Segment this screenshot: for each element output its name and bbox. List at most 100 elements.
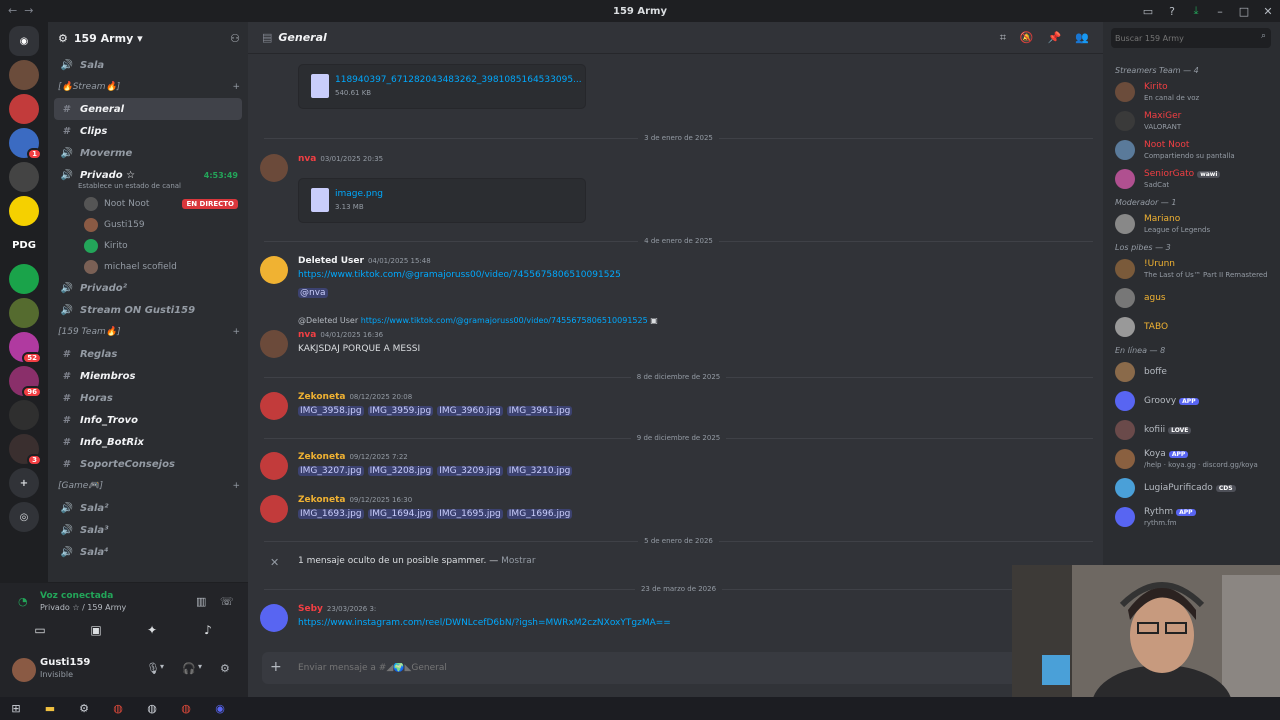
message-author[interactable]: Zekoneta xyxy=(298,392,345,402)
noise-suppression-icon[interactable]: ▥ xyxy=(196,595,206,608)
invite-icon[interactable]: ⚇ xyxy=(230,32,240,45)
server-icon[interactable]: 3 xyxy=(9,434,42,466)
channel-item[interactable]: # General xyxy=(54,98,242,120)
attachment-link[interactable]: IMG_3959.jpg xyxy=(367,406,434,416)
server-icon[interactable] xyxy=(9,60,39,90)
server-pdg[interactable]: PDG xyxy=(9,230,39,260)
close-icon[interactable]: ✕ xyxy=(270,556,279,569)
settings-icon[interactable]: ⚙ xyxy=(74,702,94,715)
attachment-link[interactable]: IMG_3958.jpg xyxy=(298,406,364,416)
add-channel-icon[interactable]: + xyxy=(232,481,240,491)
attachment-link[interactable]: IMG_1695.jpg xyxy=(437,509,503,519)
message-link[interactable]: https://www.instagram.com/reel/DWNLcefD6… xyxy=(298,618,671,628)
search-box[interactable]: ⌕ xyxy=(1111,28,1271,48)
member-list-icon[interactable]: 👥 xyxy=(1075,31,1089,45)
add-channel-icon[interactable]: + xyxy=(232,327,240,337)
reply-author[interactable]: @Deleted User xyxy=(298,316,358,325)
member-item[interactable]: LugiaPurificado CDS xyxy=(1103,474,1280,503)
message-author[interactable]: nva xyxy=(298,330,316,340)
voice-user[interactable]: Noot Noot EN DIRECTO xyxy=(48,193,248,214)
mute-notifications-icon[interactable]: 🔕 xyxy=(1020,31,1034,45)
member-item[interactable]: agus xyxy=(1103,284,1280,313)
avatar[interactable] xyxy=(260,330,288,358)
avatar[interactable] xyxy=(260,154,288,182)
voice-user[interactable]: Kirito xyxy=(48,235,248,256)
pin-icon[interactable]: 📌 xyxy=(1048,31,1062,45)
minimize-button[interactable]: – xyxy=(1208,5,1232,18)
member-item[interactable]: TABO xyxy=(1103,313,1280,342)
maximize-button[interactable]: □ xyxy=(1232,5,1256,18)
show-spam-link[interactable]: Mostrar xyxy=(501,556,535,566)
server-icon[interactable]: 1 xyxy=(9,128,42,160)
member-item[interactable]: kofiii LOVE xyxy=(1103,416,1280,445)
member-item[interactable]: Koya APP/help · koya.gg · discord.gg/koya xyxy=(1103,445,1280,474)
channel-item[interactable]: # Reglas xyxy=(48,343,248,365)
message-author[interactable]: Zekoneta xyxy=(298,495,345,505)
avatar[interactable] xyxy=(260,495,288,523)
help-icon[interactable]: ? xyxy=(1160,5,1184,18)
inbox-icon[interactable]: ▭ xyxy=(1136,5,1160,18)
attachment-link[interactable]: IMG_3209.jpg xyxy=(437,466,503,476)
channel-item[interactable]: # SoporteConsejos xyxy=(48,453,248,475)
attachment-link[interactable]: IMG_3208.jpg xyxy=(367,466,434,476)
message-input[interactable] xyxy=(298,659,898,677)
channel-item[interactable]: # Info_Trovo xyxy=(48,409,248,431)
camera-button[interactable]: ▭ xyxy=(14,623,66,643)
voice-user[interactable]: Gusti159 xyxy=(48,214,248,235)
channel-item[interactable]: # Info_BotRix xyxy=(48,431,248,453)
attachment-link[interactable]: IMG_3960.jpg xyxy=(437,406,503,416)
explore-icon[interactable]: ◎ xyxy=(9,502,39,532)
member-item[interactable]: MaxiGer VALORANT xyxy=(1103,107,1280,136)
channel-item[interactable]: 🔊 Sala³ xyxy=(48,519,248,541)
soundboard-button[interactable]: ♪ xyxy=(182,623,234,643)
chevron-down-icon[interactable]: ▾ xyxy=(160,662,164,671)
avatar[interactable] xyxy=(12,658,36,682)
channel-item[interactable]: 🔊 Privado² xyxy=(48,277,248,299)
discord-home-icon[interactable]: ◉ xyxy=(9,26,39,56)
activities-button[interactable]: ✦ xyxy=(126,623,178,643)
channel-item[interactable]: 🔊 Privado ☆ 4:53:49 xyxy=(48,164,248,186)
signal-icon[interactable]: ◔ xyxy=(18,595,28,608)
avatar[interactable] xyxy=(260,452,288,480)
file-name[interactable]: 118940397_671282043483262_39810851645330… xyxy=(335,75,582,85)
member-item[interactable]: Noot Noot Compartiendo su pantalla xyxy=(1103,136,1280,165)
member-item[interactable]: boffe xyxy=(1103,358,1280,387)
channel-item[interactable]: 🔊 Stream ON Gusti159 xyxy=(48,299,248,321)
screen-share-button[interactable]: ▣ xyxy=(70,623,122,643)
chrome-icon[interactable]: ◍ xyxy=(108,702,128,715)
member-item[interactable]: SeniorGato wawi SadCat xyxy=(1103,165,1280,194)
channel-item[interactable]: 🔊 Sala² xyxy=(48,497,248,519)
file-name[interactable]: image.png xyxy=(335,189,383,199)
channel-item[interactable]: # Clips xyxy=(48,120,248,142)
member-item[interactable]: Mariano League of Legends xyxy=(1103,210,1280,239)
avatar[interactable] xyxy=(260,392,288,420)
server-icon[interactable]: 52 xyxy=(9,332,42,364)
download-icon[interactable]: ⤓ xyxy=(1184,4,1208,18)
channel-category[interactable]: [Game🎮] + xyxy=(48,475,248,497)
channel-category[interactable]: [🔥Stream🔥] + xyxy=(48,76,248,98)
member-item[interactable]: Groovy APP xyxy=(1103,387,1280,416)
channel-item[interactable]: 🔊 Sala⁴ xyxy=(48,541,248,563)
server-icon[interactable] xyxy=(9,196,39,226)
message-author[interactable]: Zekoneta xyxy=(298,452,345,462)
app-icon[interactable]: ◍ xyxy=(142,702,162,715)
windows-start-icon[interactable]: ⊞ xyxy=(6,702,26,715)
channel-item[interactable]: 🔊 Sala xyxy=(48,54,248,76)
message-author[interactable]: Deleted User xyxy=(298,256,364,266)
server-icon[interactable] xyxy=(9,162,39,192)
file-attachment[interactable]: 118940397_671282043483262_39810851645330… xyxy=(298,64,586,109)
attachment-link[interactable]: IMG_1694.jpg xyxy=(367,509,434,519)
voice-channel-label[interactable]: Privado ☆ / 159 Army xyxy=(40,603,126,612)
user-mention[interactable]: @nva xyxy=(298,288,328,298)
member-item[interactable]: Kirito En canal de voz xyxy=(1103,78,1280,107)
attachment-link[interactable]: IMG_1696.jpg xyxy=(506,509,573,519)
avatar[interactable] xyxy=(260,604,288,632)
server-header[interactable]: ⚙ 159 Army ▾ ⚇ xyxy=(48,22,248,54)
close-button[interactable]: ✕ xyxy=(1256,5,1280,18)
message-author[interactable]: nva xyxy=(298,154,316,164)
reply-link[interactable]: https://www.tiktok.com/@gramajoruss00/vi… xyxy=(361,316,648,325)
channel-category[interactable]: [159 Team🔥] + xyxy=(48,321,248,343)
server-icon[interactable]: 96 xyxy=(9,366,42,398)
member-item[interactable]: Rythm APP rythm.fm xyxy=(1103,503,1280,532)
message-link[interactable]: https://www.tiktok.com/@gramajoruss00/vi… xyxy=(298,270,621,280)
